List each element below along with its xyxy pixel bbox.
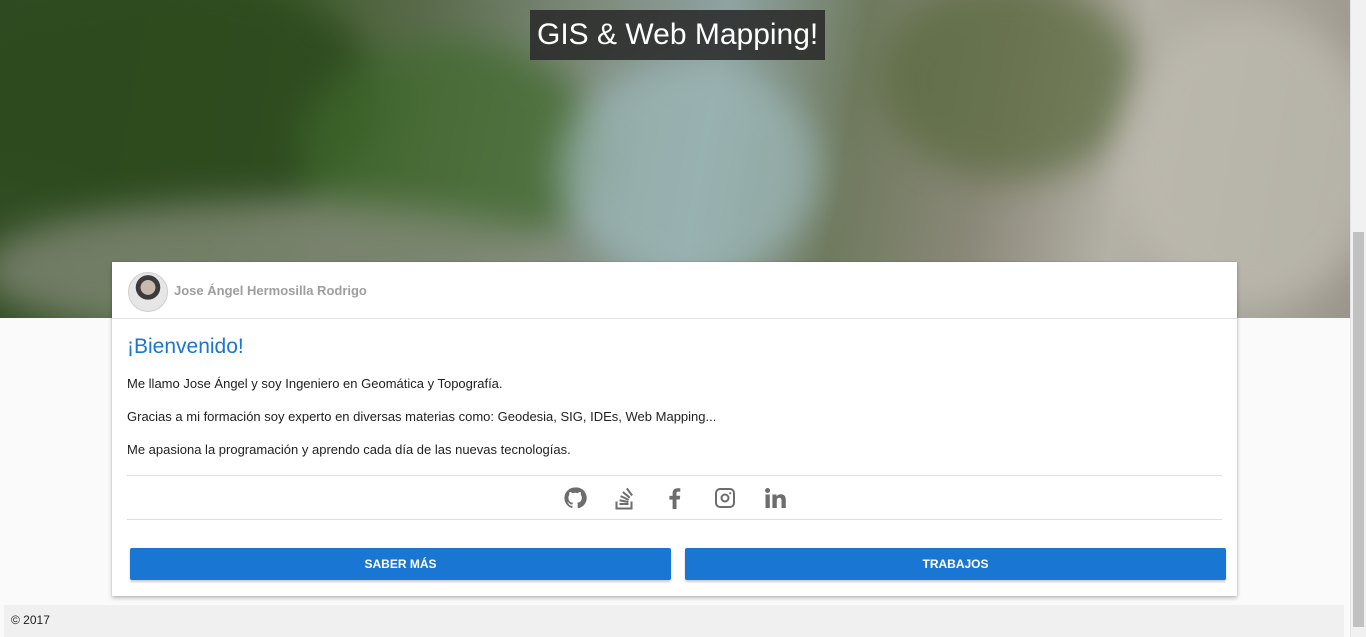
author-name: Jose Ángel Hermosilla Rodrigo [174,282,367,298]
card-actions: SABER MÁS TRABAJOS [112,520,1237,580]
github-icon[interactable] [562,485,588,511]
works-button[interactable]: TRABAJOS [685,548,1226,580]
copyright-text: © 2017 [11,613,50,627]
social-links [112,476,1237,519]
stackoverflow-icon[interactable] [612,485,638,511]
card-body: ¡Bienvenido! Me llamo Jose Ángel y soy I… [112,319,1237,457]
instagram-icon[interactable] [712,485,738,511]
welcome-heading: ¡Bienvenido! [127,335,244,358]
profile-card: Jose Ángel Hermosilla Rodrigo ¡Bienvenid… [112,262,1237,596]
more-button[interactable]: SABER MÁS [130,548,671,580]
linkedin-icon[interactable] [762,485,788,511]
avatar [128,271,168,312]
intro-paragraph: Me llamo Jose Ángel y soy Ingeniero en G… [127,376,503,391]
footer: © 2017 [4,605,1344,637]
intro-paragraph: Me apasiona la programación y aprendo ca… [127,442,571,457]
scrollbar-thumb[interactable] [1353,232,1364,627]
page-title: GIS & Web Mapping! [530,10,826,60]
card-header: Jose Ángel Hermosilla Rodrigo [112,262,1237,319]
scrollbar[interactable] [1350,0,1366,637]
intro-paragraph: Gracias a mi formación soy experto en di… [127,409,717,424]
facebook-icon[interactable] [662,485,688,511]
